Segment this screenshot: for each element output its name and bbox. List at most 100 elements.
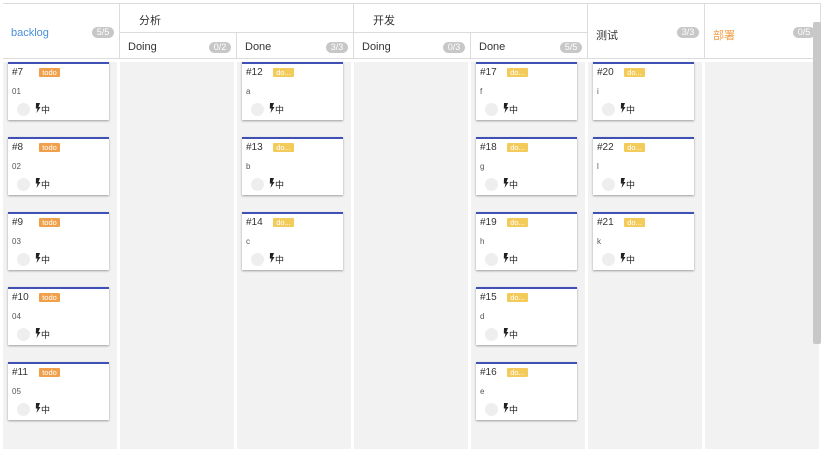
column-header-backlog[interactable]: backlog 5/5 bbox=[3, 4, 120, 59]
card-number: #20 bbox=[597, 67, 614, 78]
column-title-deploy: 部署 bbox=[713, 30, 735, 42]
status-tag: do... bbox=[624, 143, 645, 152]
status-tag: do... bbox=[624, 68, 645, 77]
card-number: #8 bbox=[12, 142, 24, 153]
group-header-analysis: 分析 bbox=[120, 4, 354, 33]
card-title: k bbox=[597, 237, 601, 246]
card-title: a bbox=[246, 87, 251, 96]
assignee-avatar[interactable] bbox=[17, 403, 30, 416]
assignee-avatar[interactable] bbox=[251, 103, 264, 116]
priority-label: 中 bbox=[41, 405, 51, 415]
card-number: #7 bbox=[12, 67, 24, 78]
column-header-dev-done[interactable]: Done 5/5 bbox=[471, 33, 588, 59]
card-number: #22 bbox=[597, 142, 614, 153]
column-title-analysis-done: Done bbox=[245, 41, 272, 53]
task-card[interactable]: #17 do... f 中 bbox=[476, 62, 577, 120]
column-count-test: 3/3 bbox=[677, 27, 699, 38]
priority-label: 中 bbox=[509, 255, 519, 265]
task-card[interactable]: #15 do... d 中 bbox=[476, 287, 577, 345]
card-title: h bbox=[480, 237, 485, 246]
column-header-test[interactable]: 测试 3/3 bbox=[588, 4, 705, 59]
task-card[interactable]: #22 do... l 中 bbox=[593, 137, 694, 195]
column-header-dev-doing[interactable]: Doing 0/3 bbox=[354, 33, 471, 59]
assignee-avatar[interactable] bbox=[485, 253, 498, 266]
card-title: l bbox=[597, 162, 599, 171]
status-tag: todo bbox=[39, 218, 60, 227]
task-card[interactable]: #19 do... h 中 bbox=[476, 212, 577, 270]
status-tag: todo bbox=[39, 293, 60, 302]
priority-label: 中 bbox=[41, 180, 51, 190]
assignee-avatar[interactable] bbox=[485, 403, 498, 416]
lane-deploy[interactable] bbox=[705, 62, 819, 449]
status-tag: do... bbox=[273, 218, 294, 227]
lane-dev-doing[interactable] bbox=[354, 62, 468, 449]
card-number: #10 bbox=[12, 292, 29, 303]
assignee-avatar[interactable] bbox=[251, 178, 264, 191]
card-number: #11 bbox=[12, 367, 28, 378]
task-card[interactable]: #10 todo 04 中 bbox=[8, 287, 109, 345]
task-card[interactable]: #9 todo 03 中 bbox=[8, 212, 109, 270]
status-tag: do... bbox=[507, 218, 528, 227]
assignee-avatar[interactable] bbox=[602, 178, 615, 191]
card-number: #13 bbox=[246, 142, 263, 153]
vertical-scrollbar[interactable] bbox=[813, 22, 821, 344]
card-title: b bbox=[246, 162, 251, 171]
column-title-dev-done: Done bbox=[479, 41, 506, 53]
card-title: i bbox=[597, 87, 599, 96]
column-count-dev-done: 5/5 bbox=[560, 42, 582, 53]
column-header-analysis-doing[interactable]: Doing 0/2 bbox=[120, 33, 237, 59]
priority-label: 中 bbox=[275, 255, 285, 265]
task-card[interactable]: #16 do... e 中 bbox=[476, 362, 577, 420]
task-card[interactable]: #12 do... a 中 bbox=[242, 62, 343, 120]
task-card[interactable]: #14 do... c 中 bbox=[242, 212, 343, 270]
assignee-avatar[interactable] bbox=[485, 178, 498, 191]
card-number: #18 bbox=[480, 142, 497, 153]
column-header-deploy[interactable]: 部署 0/5 bbox=[705, 4, 821, 59]
column-title-dev-doing: Doing bbox=[362, 41, 391, 53]
priority-label: 中 bbox=[41, 330, 51, 340]
status-tag: todo bbox=[39, 143, 60, 152]
task-card[interactable]: #7 todo 01 中 bbox=[8, 62, 109, 120]
card-title: 01 bbox=[12, 87, 21, 96]
column-header-analysis-done[interactable]: Done 3/3 bbox=[237, 33, 354, 59]
lane-analysis-doing[interactable] bbox=[120, 62, 234, 449]
column-title-test: 测试 bbox=[596, 30, 618, 42]
assignee-avatar[interactable] bbox=[485, 103, 498, 116]
card-number: #9 bbox=[12, 217, 24, 228]
task-card[interactable]: #18 do... g 中 bbox=[476, 137, 577, 195]
assignee-avatar[interactable] bbox=[17, 103, 30, 116]
task-card[interactable]: #20 do... i 中 bbox=[593, 62, 694, 120]
priority-label: 中 bbox=[41, 255, 51, 265]
card-title: e bbox=[480, 387, 485, 396]
assignee-avatar[interactable] bbox=[251, 253, 264, 266]
priority-label: 中 bbox=[509, 405, 519, 415]
status-tag: do... bbox=[507, 293, 528, 302]
assignee-avatar[interactable] bbox=[602, 103, 615, 116]
group-header-dev: 开发 bbox=[354, 4, 588, 33]
task-card[interactable]: #13 do... b 中 bbox=[242, 137, 343, 195]
status-tag: todo bbox=[39, 68, 60, 77]
task-card[interactable]: #21 do... k 中 bbox=[593, 212, 694, 270]
priority-label: 中 bbox=[275, 180, 285, 190]
task-card[interactable]: #11 todo 05 中 bbox=[8, 362, 109, 420]
status-tag: do... bbox=[507, 143, 528, 152]
assignee-avatar[interactable] bbox=[17, 328, 30, 341]
status-tag: do... bbox=[507, 68, 528, 77]
priority-label: 中 bbox=[626, 105, 636, 115]
task-card[interactable]: #8 todo 02 中 bbox=[8, 137, 109, 195]
card-title: 03 bbox=[12, 237, 21, 246]
card-number: #19 bbox=[480, 217, 497, 228]
priority-label: 中 bbox=[275, 105, 285, 115]
card-number: #12 bbox=[246, 67, 263, 78]
assignee-avatar[interactable] bbox=[485, 328, 498, 341]
priority-label: 中 bbox=[626, 180, 636, 190]
status-tag: do... bbox=[273, 68, 294, 77]
assignee-avatar[interactable] bbox=[17, 178, 30, 191]
card-number: #21 bbox=[597, 217, 614, 228]
column-count-analysis-done: 3/3 bbox=[326, 42, 348, 53]
status-tag: do... bbox=[273, 143, 294, 152]
card-title: 05 bbox=[12, 387, 21, 396]
priority-label: 中 bbox=[626, 255, 636, 265]
assignee-avatar[interactable] bbox=[602, 253, 615, 266]
assignee-avatar[interactable] bbox=[17, 253, 30, 266]
